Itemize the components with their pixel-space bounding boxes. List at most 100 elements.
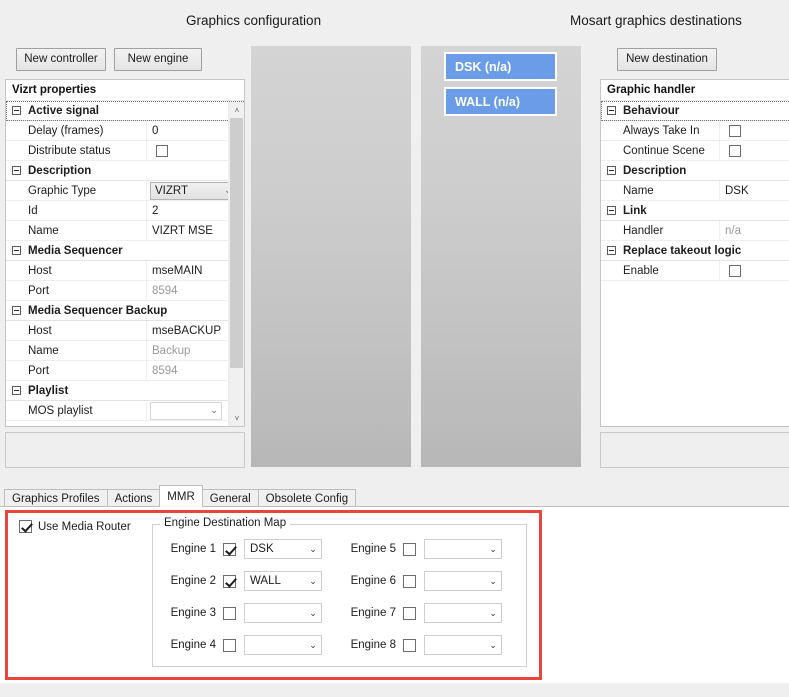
property-row[interactable]: Id 2 [6, 201, 244, 221]
property-row[interactable]: Name Backup [6, 341, 244, 361]
scroll-up-icon[interactable]: ˄ [229, 102, 244, 118]
engine-canvas-left[interactable] [251, 46, 411, 467]
tab-obsolete-config[interactable]: Obsolete Config [257, 489, 357, 507]
property-value[interactable] [719, 121, 789, 140]
checkbox-icon[interactable] [156, 144, 168, 157]
left-grid-scrollbar[interactable]: ˄ ˅ [228, 102, 244, 426]
engine-destination-combobox[interactable]: ⌄ [424, 635, 502, 655]
new-controller-button[interactable]: New controller [16, 48, 106, 71]
engine-mapping-row[interactable]: Engine 5 ⌄ [340, 538, 520, 560]
checkbox-icon[interactable] [729, 264, 741, 277]
property-row[interactable]: Host mseMAIN [6, 261, 244, 281]
expander-collapse-icon[interactable] [12, 386, 21, 395]
engine-destination-combobox[interactable]: ⌄ [424, 539, 502, 559]
property-row[interactable]: MOS playlist ⌄ [6, 401, 244, 421]
property-category-row[interactable]: Playlist [6, 381, 244, 401]
property-row[interactable]: Port 8594 [6, 361, 244, 381]
engine-destination-combobox[interactable]: ⌄ [244, 635, 322, 655]
engine-mapping-row[interactable]: Engine 7 ⌄ [340, 602, 520, 624]
checkbox-icon[interactable] [729, 124, 741, 137]
chevron-down-icon[interactable]: ⌄ [305, 576, 321, 587]
expander-collapse-icon[interactable] [607, 166, 616, 175]
property-row[interactable]: Always Take In [601, 121, 789, 141]
engine-rows-right[interactable]: Engine 5 ⌄ Engine 6 ⌄ Engine 7 ⌄ Engine 8 ⌄ [340, 538, 520, 666]
property-row[interactable]: Enable [601, 261, 789, 281]
engine-destination-combobox[interactable]: ⌄ [424, 571, 502, 591]
property-value[interactable]: DSK [719, 181, 789, 200]
tab-graphics-profiles[interactable]: Graphics Profiles [4, 489, 108, 507]
tab-mmr[interactable]: MMR [159, 485, 203, 507]
engine-destination-combobox[interactable]: ⌄ [424, 603, 502, 623]
engine-destination-combobox[interactable]: DSK ⌄ [244, 539, 322, 559]
property-category-row[interactable]: Description [6, 161, 244, 181]
property-row[interactable]: Host mseBACKUP [6, 321, 244, 341]
expander-collapse-icon[interactable] [12, 306, 21, 315]
engine-enable-checkbox[interactable] [403, 574, 416, 588]
engine-enable-checkbox[interactable] [403, 542, 416, 556]
chevron-down-icon[interactable]: ⌄ [305, 640, 321, 651]
property-category-row[interactable]: Media Sequencer [6, 241, 244, 261]
tab-actions[interactable]: Actions [106, 489, 161, 507]
property-row[interactable]: Name DSK [601, 181, 789, 201]
expander-collapse-icon[interactable] [12, 246, 21, 255]
vizrt-properties-grid[interactable]: Vizrt properties Active signal Delay (fra… [5, 79, 245, 427]
engine-mapping-row[interactable]: Engine 2 WALL ⌄ [160, 570, 340, 592]
engine-mapping-row[interactable]: Engine 1 DSK ⌄ [160, 538, 340, 560]
graphic-handler-rows[interactable]: Behaviour Always Take In Continue Scene Des… [601, 101, 789, 426]
engine-enable-checkbox[interactable] [223, 574, 236, 588]
chevron-down-icon[interactable]: ⌄ [305, 608, 321, 619]
checkbox-icon[interactable] [729, 144, 741, 157]
vizrt-properties-rows[interactable]: Active signal Delay (frames) 0 Distribute s… [6, 101, 244, 426]
engine-enable-checkbox[interactable] [223, 606, 236, 620]
property-category-row[interactable]: Active signal [6, 101, 244, 121]
scrollbar-thumb[interactable] [230, 118, 243, 368]
use-media-router-checkbox[interactable]: Use Media Router [19, 520, 131, 533]
property-row[interactable]: Handler n/a [601, 221, 789, 241]
new-destination-button[interactable]: New destination [617, 48, 717, 71]
engine-rows-left[interactable]: Engine 1 DSK ⌄ Engine 2 WALL ⌄ Engine 3 ⌄ Engine… [160, 538, 340, 666]
destination-list-item[interactable]: DSK (n/a) [444, 52, 557, 81]
property-row[interactable]: Continue Scene [601, 141, 789, 161]
property-value[interactable] [719, 141, 789, 160]
expander-collapse-icon[interactable] [607, 206, 616, 215]
expander-collapse-icon[interactable] [12, 106, 21, 115]
engine-mapping-row[interactable]: Engine 3 ⌄ [160, 602, 340, 624]
property-row[interactable]: Delay (frames) 0 [6, 121, 244, 141]
property-row[interactable]: Port 8594 [6, 281, 244, 301]
property-category-row[interactable]: Link [601, 201, 789, 221]
engine-mapping-row[interactable]: Engine 6 ⌄ [340, 570, 520, 592]
property-category-row[interactable]: Media Sequencer Backup [6, 301, 244, 321]
property-combobox[interactable]: VIZRT⌄ [150, 181, 236, 200]
chevron-down-icon[interactable]: ⌄ [485, 544, 501, 555]
chevron-down-icon[interactable]: ⌄ [305, 544, 321, 555]
chevron-down-icon[interactable]: ⌄ [485, 576, 501, 587]
property-combobox[interactable]: ⌄ [150, 401, 222, 420]
chevron-down-icon[interactable]: ⌄ [207, 406, 221, 415]
tab-general[interactable]: General [201, 489, 259, 507]
expander-collapse-icon[interactable] [607, 106, 616, 115]
new-engine-button[interactable]: New engine [114, 48, 202, 71]
engine-destination-combobox[interactable]: WALL ⌄ [244, 571, 322, 591]
property-row[interactable]: Name VIZRT MSE [6, 221, 244, 241]
property-category-row[interactable]: Replace takeout logic [601, 241, 789, 261]
expander-collapse-icon[interactable] [12, 166, 21, 175]
tab-strip[interactable]: Graphics Profiles Actions MMR General Obsole… [4, 484, 357, 507]
property-value[interactable] [719, 261, 789, 280]
property-category-row[interactable]: Behaviour [601, 101, 789, 121]
engine-mapping-row[interactable]: Engine 4 ⌄ [160, 634, 340, 656]
checkbox-icon[interactable] [19, 520, 32, 533]
destination-list[interactable]: DSK (n/a) WALL (n/a) [444, 52, 557, 122]
engine-enable-checkbox[interactable] [403, 638, 416, 652]
engine-enable-checkbox[interactable] [223, 638, 236, 652]
property-row[interactable]: Graphic Type VIZRT⌄ [6, 181, 244, 201]
engine-enable-checkbox[interactable] [223, 542, 236, 556]
engine-mapping-row[interactable]: Engine 8 ⌄ [340, 634, 520, 656]
engine-enable-checkbox[interactable] [403, 606, 416, 620]
chevron-down-icon[interactable]: ⌄ [485, 640, 501, 651]
chevron-down-icon[interactable]: ⌄ [485, 608, 501, 619]
property-row[interactable]: Distribute status [6, 141, 244, 161]
graphic-handler-grid[interactable]: Graphic handler Behaviour Always Take In C… [600, 79, 789, 427]
scroll-down-icon[interactable]: ˅ [229, 410, 244, 426]
property-value[interactable]: n/a [719, 221, 789, 240]
engine-destination-combobox[interactable]: ⌄ [244, 603, 322, 623]
